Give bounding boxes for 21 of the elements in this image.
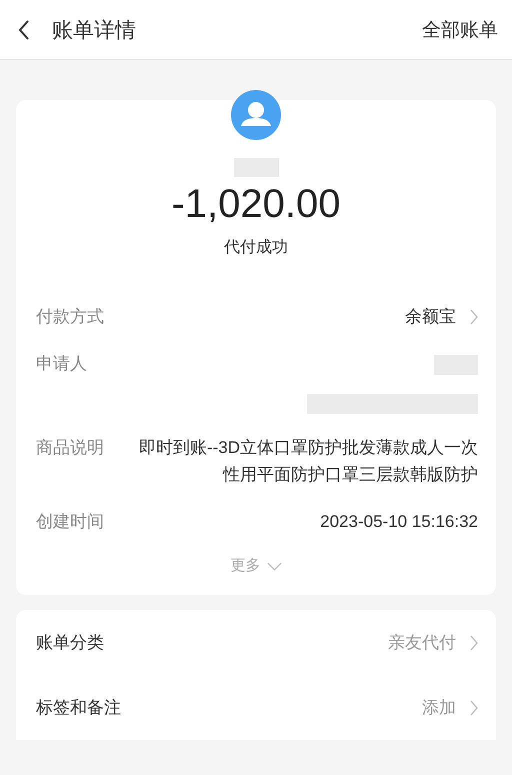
field-label: 付款方式: [36, 306, 104, 328]
back-button[interactable]: [18, 20, 30, 40]
back-icon: [18, 20, 30, 40]
page-title: 账单详情: [52, 18, 137, 44]
field-label: 商品说明: [36, 437, 104, 459]
amount-text: -1,020.00: [170, 181, 342, 227]
field-label: 申请人: [36, 353, 87, 375]
setting-value: 添加: [422, 697, 456, 719]
field-value: 2023-05-10 15:16:32: [320, 511, 478, 533]
all-bills-link[interactable]: 全部账单: [422, 16, 498, 42]
settings-row[interactable]: 账单分类 亲友代付: [36, 610, 478, 675]
chevron-icon: [470, 308, 478, 324]
settings-row[interactable]: 标签和备注 添加: [36, 675, 478, 740]
payment-method-link[interactable]: 余额宝: [405, 303, 478, 330]
setting-value: 亲友代付: [388, 632, 456, 654]
status-text: 代付成功: [223, 238, 289, 258]
field-label: 创建时间: [36, 511, 104, 533]
chevron-down-icon: [266, 562, 282, 570]
chevron-icon: [470, 700, 478, 716]
chevron-icon: [470, 634, 478, 650]
field-value: 即时到账--3D立体口罩防护批发薄款成人一次性用平面防护口罩三层款韩版防护: [138, 437, 478, 486]
